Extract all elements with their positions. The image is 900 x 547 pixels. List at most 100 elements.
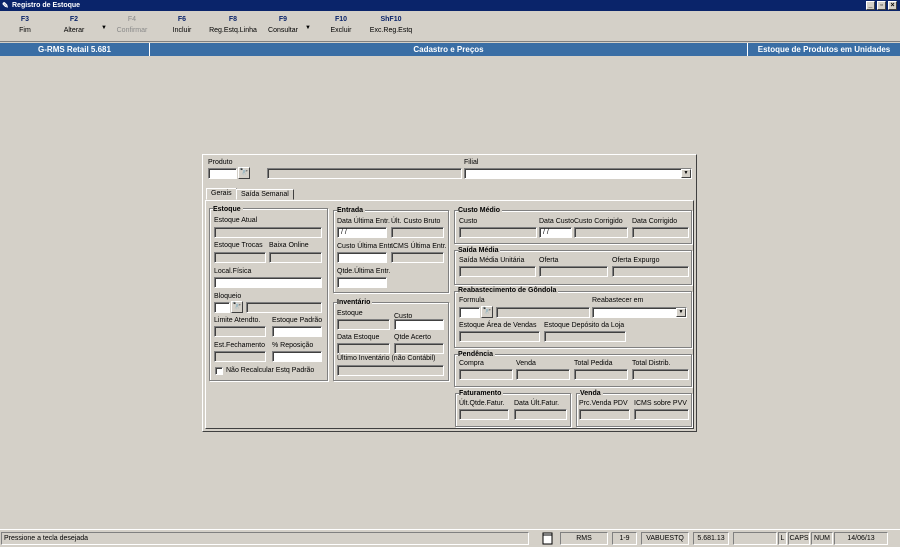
reg-estq-linha-button[interactable]: F8 Reg.Estq.Linha [205, 15, 261, 36]
venda-title: Venda [580, 389, 603, 398]
icms-ultima-entr-label: ICMS Última Entr. [391, 243, 447, 250]
screen-name: Estoque de Produtos em Unidades [757, 45, 891, 54]
data-corrigido-label: Data Corrigido [632, 218, 678, 225]
status-date: 14/06/13 [834, 532, 888, 545]
cm-custo-label: Custo [459, 218, 478, 225]
info-bar: G-RMS Retail 5.681 Cadastro e Preços Est… [0, 43, 900, 56]
maximize-button[interactable]: ▫ [877, 1, 886, 10]
oferta-label: Oferta [539, 257, 559, 264]
est-fechamento-field [214, 351, 266, 362]
baixa-online-label: Baixa Online [269, 242, 309, 249]
confirmar-button: F4 Confirmar [116, 16, 148, 34]
incluir-button[interactable]: F6 Incluir [154, 15, 210, 36]
cm-custo-field [459, 227, 537, 238]
formula-description [496, 307, 590, 318]
status-l: L [778, 532, 787, 545]
oferta-expurgo-label: Oferta Expurgo [612, 257, 660, 264]
compra-label: Compra [459, 360, 484, 367]
pct-reposicao-label: % Reposição [272, 342, 314, 349]
deposito-loja-field [544, 331, 626, 342]
formula-search-icon[interactable]: 🔭 [481, 306, 493, 318]
qtde-ultima-entr-input[interactable] [337, 277, 387, 288]
consultar-dropdown-icon[interactable]: ▼ [305, 25, 311, 31]
status-bar: Pressione a tecla desejada RMS 1-9 VABUE… [0, 529, 900, 547]
data-corrigido-field [632, 227, 689, 238]
data-ult-fatur-field [514, 409, 567, 420]
saida-media-unitaria-field [459, 266, 536, 277]
area-vendas-label: Estoque Área de Vendas [459, 322, 537, 329]
prc-venda-pdv-field [579, 409, 630, 420]
estoque-trocas-field [214, 252, 266, 263]
module-name: Cadastro e Preços [150, 43, 748, 56]
reabastecimento-title: Reabastecimento de Gôndola [458, 286, 559, 295]
entrada-title: Entrada [337, 206, 366, 215]
status-blank [733, 532, 777, 545]
deposito-loja-label: Estoque Depósito da Loja [544, 322, 625, 329]
estoque-trocas-label: Estoque Trocas [214, 242, 263, 249]
inventario-title: Inventário [337, 298, 373, 307]
estoque-atual-field [214, 227, 322, 238]
status-message: Pressione a tecla desejada [1, 532, 529, 545]
bloqueio-label: Bloqueio [214, 293, 242, 300]
pct-reposicao-input[interactable] [272, 351, 322, 362]
custo-ultima-entr-label: Custo Última Entr. [337, 243, 394, 250]
consultar-button[interactable]: F9 Consultar [255, 15, 311, 36]
inv-custo-input[interactable] [394, 319, 444, 330]
bloqueio-description [246, 302, 322, 313]
produto-description [267, 168, 462, 179]
data-estoque-label: Data Estoque [337, 334, 380, 341]
total-distrib-label: Total Distrib. [632, 360, 671, 367]
close-button[interactable]: × [888, 1, 897, 10]
bloqueio-input[interactable] [214, 302, 230, 313]
data-estoque-field [337, 343, 390, 354]
tab-saida-semanal[interactable]: Saída Semanal [236, 189, 294, 200]
app-version: G-RMS Retail 5.681 [0, 43, 150, 56]
exc-reg-estq-button[interactable]: ShF10 Exc.Reg.Estq [363, 15, 419, 36]
reabastecer-em-label: Reabastecer em [592, 297, 644, 304]
qtde-ultima-entr-label: Qtde.Última Entr. [337, 268, 391, 275]
estoque-padrao-input[interactable] [272, 326, 322, 337]
ult-qtde-fatur-field [459, 409, 509, 420]
title-bar: ✎ Registro de Estoque _ ▫ × [0, 0, 900, 11]
tab-gerais[interactable]: Gerais [206, 188, 237, 200]
custo-corrigido-field [574, 227, 628, 238]
alterar-button[interactable]: F2 Alterar [46, 15, 102, 36]
compra-field [459, 369, 513, 380]
excluir-button[interactable]: F10 Excluir [313, 15, 369, 36]
qtde-acerto-label: Qtde Acerto [394, 334, 431, 341]
pendencia-title: Pendência [458, 350, 496, 359]
limite-atendto-field [214, 326, 266, 337]
estoque-padrao-label: Estoque Padrão [272, 317, 323, 324]
document-icon [540, 532, 555, 545]
local-fisica-input[interactable] [214, 277, 322, 288]
baixa-online-field [269, 252, 322, 263]
custo-medio-title: Custo Médio [458, 206, 502, 215]
chevron-down-icon[interactable]: ▼ [681, 169, 691, 178]
data-ult-fatur-label: Data Últ.Fatur. [514, 400, 560, 407]
ult-custo-bruto-label: Últ. Custo Bruto [391, 218, 441, 225]
filial-select[interactable]: ▼ [464, 168, 692, 179]
data-custo-label: Data Custo [539, 218, 575, 225]
reabastecer-em-select[interactable]: ▼ [592, 307, 687, 318]
data-custo-input[interactable]: / / [539, 227, 572, 238]
limite-atendto-label: Limite Atendto. [214, 317, 261, 324]
toolbar: F3 Fim F2 Alterar ▼ F4 Confirmar F6 Incluir … [0, 12, 900, 42]
app-icon: ✎ [2, 1, 9, 10]
produto-code-input[interactable] [208, 168, 237, 179]
formula-input[interactable] [459, 307, 480, 318]
status-system: RMS [560, 532, 608, 545]
chevron-down-icon[interactable]: ▼ [676, 308, 686, 317]
ultimo-inventario-label: Último Inventário (não Contábil) [337, 355, 436, 362]
status-page: 1-9 [612, 532, 637, 545]
data-ultima-entr-input[interactable]: / / [337, 227, 387, 238]
nao-recalcular-checkbox[interactable] [215, 367, 223, 375]
local-fisica-label: Local.Física [214, 268, 252, 275]
produto-search-icon[interactable]: 🔭 [238, 167, 250, 179]
oferta-expurgo-field [612, 266, 689, 277]
minimize-button[interactable]: _ [866, 1, 875, 10]
custo-ultima-entr-input[interactable] [337, 252, 387, 263]
bloqueio-search-icon[interactable]: 🔭 [231, 301, 243, 313]
faturamento-title: Faturamento [459, 389, 504, 398]
status-num: NUM [811, 532, 833, 545]
inv-estoque-field [337, 319, 390, 330]
